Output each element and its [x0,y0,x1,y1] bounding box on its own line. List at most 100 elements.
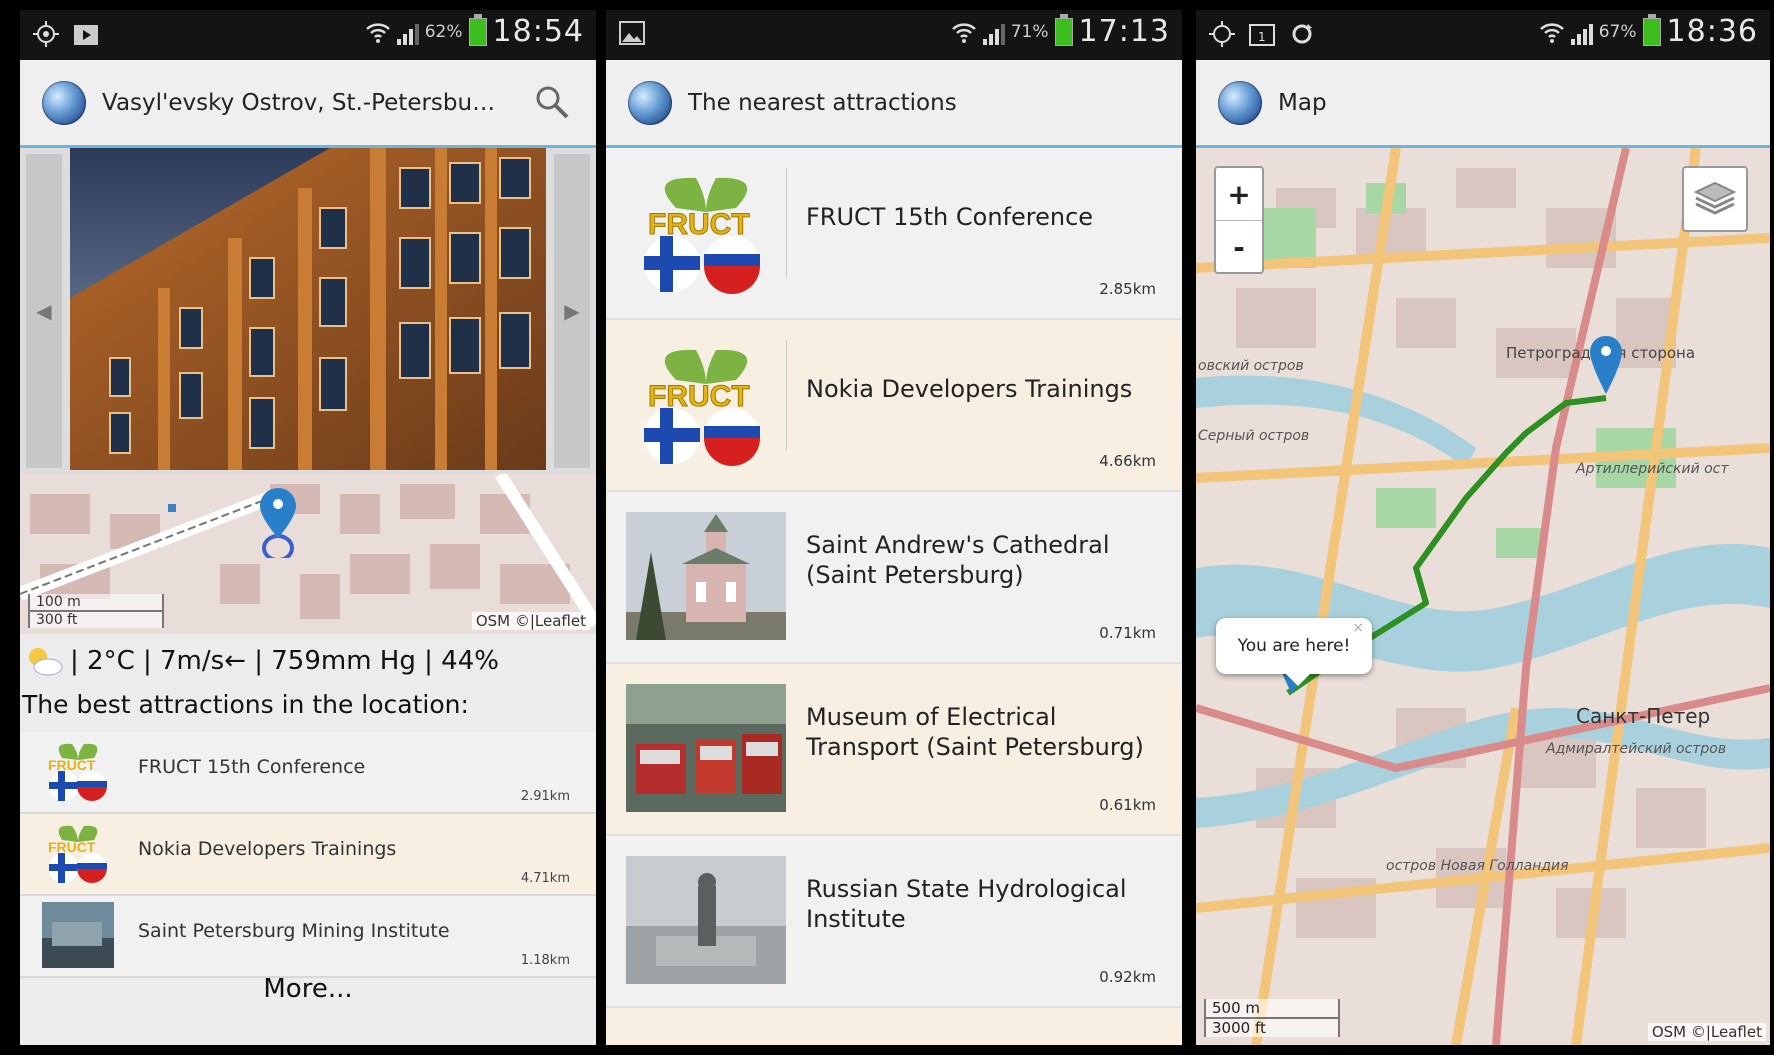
gallery-next-icon[interactable]: ▶ [554,154,590,468]
wifi-icon [365,19,391,45]
attraction-name: Nokia Developers Trainings [806,375,1133,403]
svg-text:1: 1 [1258,30,1266,44]
app-logo-icon[interactable] [1218,80,1262,125]
attraction-distance: 0.71km [1099,624,1156,642]
divider [786,340,787,450]
institute-photo [626,856,786,984]
gallery-prev-icon[interactable]: ◀ [26,154,62,468]
battery-percent: 62% [424,21,463,42]
svg-text:Артиллерийский ост: Артиллерийский ост [1575,461,1729,477]
svg-text:Адмиралтейский остров: Адмиралтейский остров [1545,741,1726,757]
attraction-distance: 2.91km [520,789,570,804]
attraction-name: Saint Petersburg Mining Institute [138,920,450,942]
scale-feet: 3000 ft [1204,1017,1340,1037]
action-bar: Vasyl'evsky Ostrov, St.-Petersburg,... [20,60,596,148]
partly-cloudy-icon [24,645,64,677]
battery-percent: 71% [1010,21,1049,42]
scale-feet: 300 ft [28,610,164,628]
attraction-distance: 4.66km [1099,452,1156,470]
wifi-icon [951,19,977,45]
map-scale: 500 m 3000 ft [1204,999,1340,1037]
action-bar: Map [1196,60,1770,148]
list-item[interactable]: Saint Petersburg Mining Institute 1.18km [20,896,596,978]
photo-gallery[interactable]: ◀ ▶ [20,148,596,474]
status-bar: 62% 18:54 [20,10,596,60]
location-screen: 62% 18:54 Vasyl'evsky Ostrov, St.-Peters… [20,10,596,1045]
destination-marker-icon[interactable] [1588,334,1624,398]
sync-icon [1292,24,1312,44]
best-attractions-heading: The best attractions in the location: [22,690,469,719]
svg-text:Санкт-Петер: Санкт-Петер [1576,704,1710,728]
battery-icon [1642,13,1661,46]
signal-icon [1570,19,1593,45]
attractions-list: FRUCT FRUCT 15th Conference 2.91km FRUCT… [20,732,596,978]
list-item[interactable]: Saint Andrew's Cathedral (Saint Petersbu… [606,492,1182,664]
attraction-name: Saint Andrew's Cathedral (Saint Petersbu… [806,531,1110,589]
list-item[interactable] [606,1008,1182,1045]
list-item[interactable]: FRUCT FRUCT 15th Conference 2.91km [20,732,596,814]
attraction-distance: 2.85km [1099,280,1156,298]
search-icon[interactable] [532,82,572,122]
weather-text: | 2°C | 7m/s← | 759mm Hg | 44% [70,646,499,676]
attraction-photo [42,902,114,968]
svg-text:Серный остров: Серный остров [1198,428,1309,444]
layers-icon [1693,181,1737,215]
list-item[interactable]: FRUCT FRUCT 15th Conference 2.85km [606,148,1182,320]
location-marker-icon[interactable] [258,486,298,558]
attraction-distance: 0.92km [1099,968,1156,986]
gps-icon [33,21,59,47]
clock: 18:54 [492,14,584,49]
attraction-name: FRUCT 15th Conference [806,203,1094,231]
list-item[interactable]: Museum of Electrical Transport (Saint Pe… [606,664,1182,836]
list-item[interactable]: FRUCT Nokia Developers Trainings 4.66km [606,320,1182,492]
svg-text:FRUCT: FRUCT [48,757,96,773]
attraction-name: Russian State Hydrological Institute [806,875,1127,933]
action-bar: The nearest attractions [606,60,1182,148]
location-title: Vasyl'evsky Ostrov, St.-Petersburg,... [102,89,502,116]
svg-text:овский остров: овский остров [1198,358,1304,374]
signal-icon [396,19,419,45]
fruct-logo-icon: FRUCT [48,825,107,883]
map-attribution[interactable]: OSM ©|Leaflet [471,612,590,630]
fruct-logo-icon: FRUCT [644,177,760,294]
tram-museum-photo [626,684,786,812]
layers-button[interactable] [1682,166,1748,232]
attraction-distance: 4.71km [520,871,570,886]
divider [786,168,787,278]
map-screen: 1 67% 18:36 Map Петроградская сторона ов… [1196,10,1770,1045]
battery-icon [468,13,487,46]
attraction-photo[interactable] [70,148,546,470]
location-popup[interactable]: You are here! × [1216,618,1372,686]
svg-text:FRUCT: FRUCT [48,839,96,855]
attraction-name: Nokia Developers Trainings [138,838,397,860]
zoom-out-button[interactable]: - [1216,220,1262,273]
popup-text: You are here! [1237,636,1351,656]
attraction-name: FRUCT 15th Conference [138,756,366,778]
gallery-icon [619,21,645,45]
screen-title: The nearest attractions [688,89,957,116]
map-attribution[interactable]: OSM ©|Leaflet [1647,1023,1766,1041]
zoom-in-button[interactable]: + [1216,168,1262,220]
calendar-icon: 1 [1249,24,1275,46]
screen-title: Map [1278,89,1327,116]
status-bar: 1 67% 18:36 [1196,10,1770,60]
more-button[interactable]: More... [20,974,596,1004]
gps-icon [1209,21,1235,47]
status-bar: 71% 17:13 [606,10,1182,60]
nearest-attractions-screen: 71% 17:13 The nearest attractions FRUCT … [606,10,1182,1045]
close-icon[interactable]: × [1352,620,1364,636]
mini-map[interactable]: 100 m 300 ft OSM ©|Leaflet [20,474,596,634]
attraction-distance: 0.61km [1099,796,1156,814]
cathedral-photo [626,512,786,640]
list-item[interactable]: Russian State Hydrological Institute 0.9… [606,836,1182,1008]
list-item[interactable]: FRUCT Nokia Developers Trainings 4.71km [20,814,596,896]
app-logo-icon[interactable] [628,80,672,125]
city-map[interactable]: Петроградская сторона овский остров Серн… [1196,148,1770,1045]
svg-text:остров Новая Голландия: остров Новая Голландия [1386,858,1569,874]
weather-bar: | 2°C | 7m/s← | 759mm Hg | 44% [20,638,596,684]
scale-meters: 500 m [1204,999,1340,1019]
app-logo-icon[interactable] [42,80,86,125]
fruct-logo-icon: FRUCT [644,349,760,466]
map-scale: 100 m 300 ft [28,594,164,628]
attractions-list: FRUCT FRUCT 15th Conference 2.85km FRUCT… [606,148,1182,1045]
